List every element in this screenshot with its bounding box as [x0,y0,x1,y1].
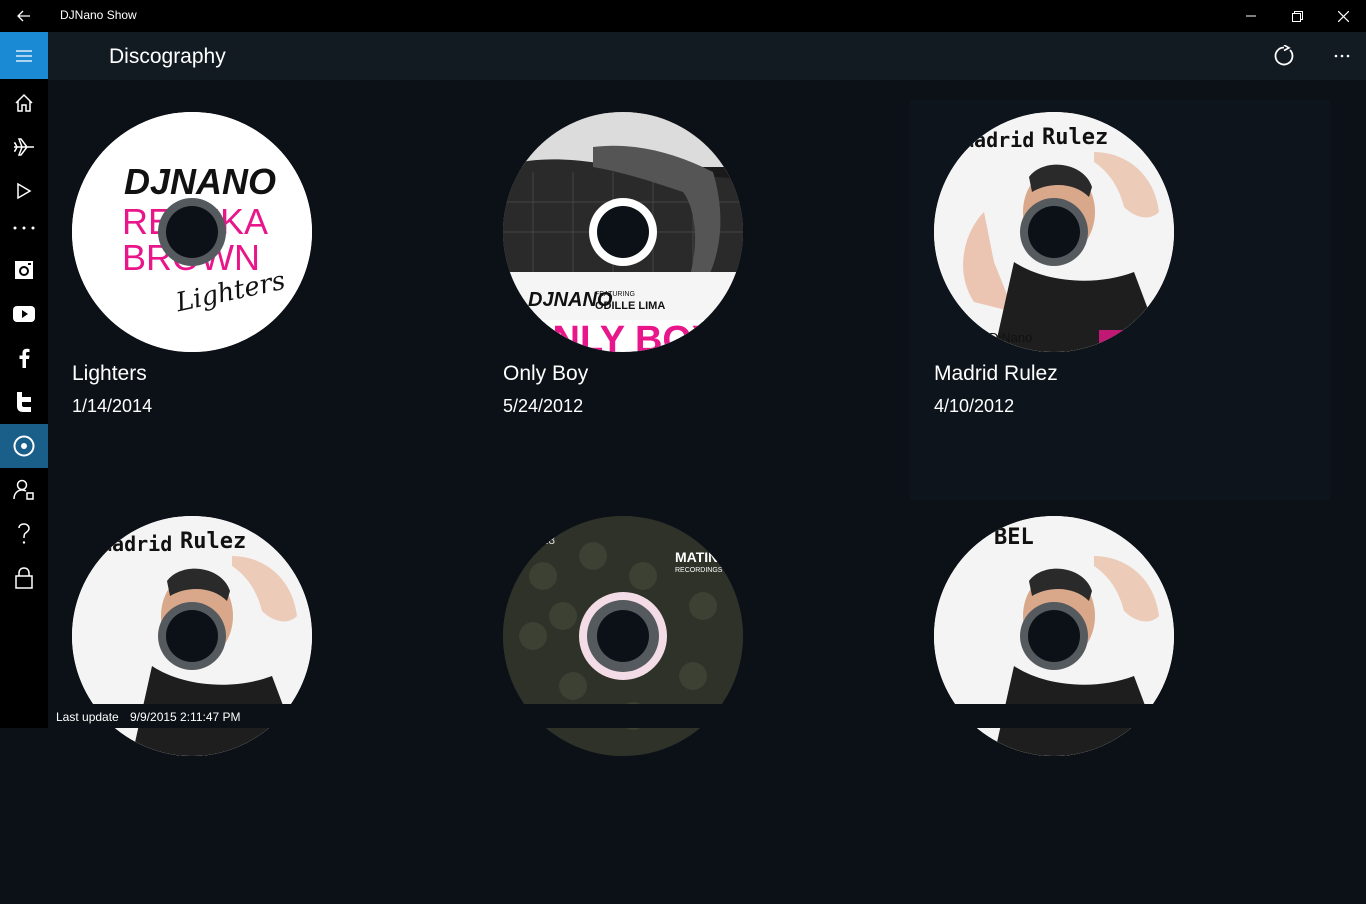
lock-icon [15,567,33,589]
svg-text:DJNANO: DJNANO [124,161,276,202]
svg-text:BEL: BEL [994,525,1034,550]
album-title: Lighters [72,362,147,385]
svg-text:ODILLE LIMA: ODILLE LIMA [595,300,665,312]
refresh-icon [1274,45,1294,66]
svg-text:018: 018 [535,533,555,547]
sidebar-item-tour[interactable] [0,125,48,169]
more-icon [13,226,35,230]
album-title: Madrid Rulez [934,362,1058,385]
album-title: Only Boy [503,362,589,385]
window-title: DJNano Show [60,8,137,22]
restore-icon [1291,10,1303,22]
sidebar-item-twitter[interactable] [0,380,48,424]
sidebar-item-youtube[interactable] [0,292,48,336]
album-date: 5/24/2012 [503,396,584,416]
album-date: 1/14/2014 [72,396,153,416]
svg-text:Madrid: Madrid [962,128,1034,152]
last-update-value: 9/9/2015 2:11:47 PM [130,710,241,724]
sidebar-item-account[interactable] [0,468,48,512]
close-button[interactable] [1320,0,1366,32]
sidebar-item-help[interactable] [0,512,48,556]
sidebar-item-more[interactable] [0,206,48,250]
hamburger-icon [16,49,32,62]
page-header: Discography [48,32,1366,80]
restore-button[interactable] [1274,0,1320,32]
minimize-button[interactable] [1228,0,1274,32]
sidebar-item-discography[interactable] [0,424,48,468]
hamburger-button[interactable] [0,32,48,79]
svg-text:FEATURING: FEATURING [595,291,635,298]
album-tile[interactable]: DJNANO FEATURING ODILLE LIMA ONLY BOY On… [479,100,899,500]
last-update-label: Last update [56,710,119,724]
album-cover: DJNANO REBEKA BROWN Lighters [72,112,312,352]
sidebar-item-home[interactable] [0,81,48,125]
close-icon [1337,10,1349,22]
svg-text:ONLY BOY: ONLY BOY [523,319,717,352]
ellipsis-icon [1334,54,1350,58]
sidebar-item-instagram[interactable] [0,248,48,292]
sidebar-item-facebook[interactable] [0,336,48,380]
page-title: Discography [109,45,226,68]
album-date: 4/10/2012 [934,396,1015,416]
svg-text:RECORDINGS: RECORDINGS [675,567,723,574]
home-icon [15,93,33,112]
sidebar-item-lock[interactable] [0,556,48,600]
facebook-icon [19,348,30,368]
sidebar [0,32,48,728]
youtube-icon [13,306,35,322]
instagram-icon [15,261,33,279]
album-cover: DJNANO FEATURING ODILLE LIMA ONLY BOY [503,112,743,352]
svg-text:MATINÉ: MATINÉ [675,549,728,565]
play-icon [17,182,32,200]
album-tile[interactable]: DJNANO REBEKA BROWN Lighters Lighters 1/… [48,100,468,500]
status-bar: Last update 9/9/2015 2:11:47 PM [48,704,1366,728]
person-settings-icon [13,479,34,500]
svg-text:Madrid: Madrid [100,532,172,556]
album-tile[interactable]: Madrid Rulez DjNano Madrid Rulez 4/10/20… [910,100,1330,500]
svg-text:DjNano: DjNano [989,330,1032,345]
refresh-button[interactable] [1260,32,1308,80]
title-bar: DJNano Show [0,0,1366,32]
more-options-button[interactable] [1318,32,1366,80]
svg-text:Rulez: Rulez [180,529,246,554]
airplane-icon [14,138,34,156]
minimize-icon [1246,15,1256,17]
svg-text:Rulez: Rulez [1042,125,1108,150]
disc-icon [13,435,35,457]
back-button[interactable] [0,0,48,32]
album-cover: Madrid Rulez DjNano [934,112,1174,352]
back-arrow-icon [17,10,30,22]
twitter-icon [17,392,31,412]
help-icon [18,523,30,544]
